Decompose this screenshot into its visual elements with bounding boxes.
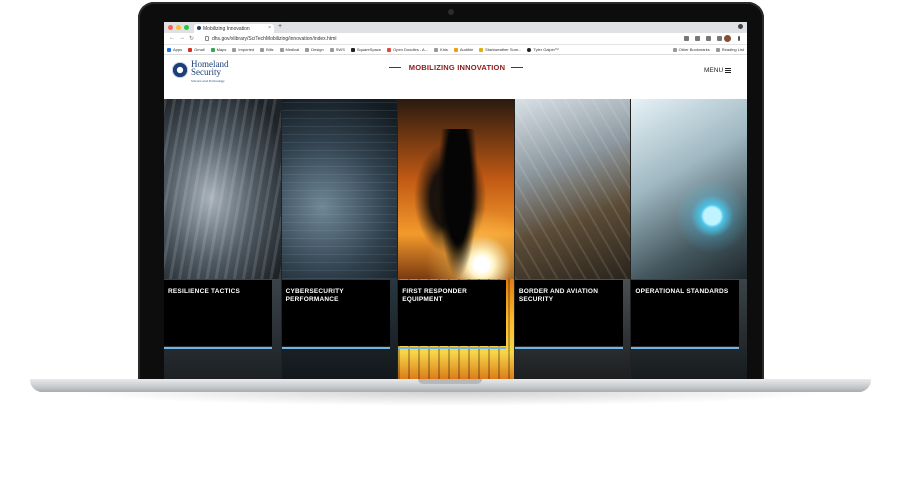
panel-rule [631, 347, 740, 349]
bookmark-item[interactable]: Bills [260, 47, 274, 52]
squarespace-icon [350, 47, 355, 52]
panel-border-aviation-security[interactable]: BORDER AND AVIATION SECURITY [513, 99, 631, 384]
bookmarks-bar: Apps Gmail Maps Imported Bills Medical D… [164, 45, 747, 55]
hamburger-icon [725, 68, 732, 73]
panel-image [164, 99, 281, 279]
browser-menu-icon[interactable] [738, 36, 740, 41]
panel-label: CYBERSECURITY PERFORMANCE [285, 288, 344, 303]
folder-icon [232, 47, 237, 52]
panel-label: BORDER AND AVIATION SECURITY [518, 288, 599, 303]
minimize-window-button[interactable] [176, 25, 181, 30]
new-tab-icon[interactable]: + [278, 23, 282, 30]
panel-image [281, 99, 398, 279]
panel-cybersecurity-performance[interactable]: CYBERSECURITY PERFORMANCE [280, 99, 398, 384]
panel-card: FIRST RESPONDER EQUIPMENT [398, 280, 507, 346]
brand-security: Security [191, 67, 221, 77]
bookmark-icon [479, 47, 484, 52]
other-bookmarks[interactable]: Other Bookmarks [672, 47, 710, 52]
panel-resilience-tactics[interactable]: RESILIENCE TACTICS [164, 99, 281, 384]
address-bar[interactable]: dhs.gov/xlibrary/SciTechMobilizing/innov… [204, 35, 684, 43]
bookmark-item[interactable]: Medical [279, 47, 299, 52]
panel-rule [164, 347, 272, 349]
panel-label: FIRST RESPONDER EQUIPMENT [402, 288, 467, 303]
extensions-puzzle-icon[interactable] [706, 36, 711, 41]
back-arrow-icon[interactable]: ← [169, 35, 175, 41]
laptop-lid: Mobilizing Innovation × + ← → ↻ dhs.gov/… [138, 2, 764, 386]
folder-icon [672, 47, 677, 52]
bookmark-item[interactable]: Tyler Galpin™ [527, 47, 559, 52]
firefighter-silhouette [438, 129, 479, 279]
page-title: MOBILIZING INNOVATION [408, 63, 506, 72]
bookmark-item[interactable]: SWS [329, 47, 345, 52]
window-controls [168, 25, 189, 30]
folder-icon [329, 47, 334, 52]
bookmark-item[interactable]: Apps [167, 47, 182, 52]
folder-icon [279, 47, 284, 52]
extension-icon[interactable] [695, 36, 700, 41]
lock-icon [205, 36, 209, 41]
menu-label: MENU [704, 67, 724, 74]
bookmark-icon [527, 47, 532, 52]
reading-list[interactable]: Reading List [715, 47, 744, 52]
laptop-shadow [70, 392, 830, 406]
close-tab-icon[interactable]: × [268, 25, 271, 31]
browser-tab-bar: Mobilizing Innovation × + [164, 22, 747, 33]
forward-arrow-icon[interactable]: → [179, 35, 185, 41]
close-window-button[interactable] [168, 25, 173, 30]
bookmark-item[interactable]: Gmail [188, 47, 205, 52]
panel-card: BORDER AND AVIATION SECURITY [514, 280, 623, 346]
brand-subtitle: Science and Technology [191, 79, 225, 83]
bookmark-item[interactable]: Open Doodles - A... [387, 47, 428, 52]
tab-title: Mobilizing Innovation [203, 26, 250, 32]
panel-image [514, 99, 631, 279]
laptop-notch [418, 379, 482, 384]
panel-operational-standards[interactable]: OPERATIONAL STANDARDS [630, 99, 747, 384]
bookmark-item[interactable]: Maps [210, 47, 226, 52]
panel-card: OPERATIONAL STANDARDS [631, 280, 740, 346]
title-rule-right [511, 67, 523, 68]
webpage: Homeland Security Science and Technology… [164, 55, 747, 384]
panel-card: RESILIENCE TACTICS [164, 280, 272, 346]
panel-label: RESILIENCE TACTICS [168, 288, 241, 295]
panel-card: CYBERSECURITY PERFORMANCE [281, 280, 390, 346]
reload-icon[interactable]: ↻ [189, 35, 194, 42]
folder-icon [305, 47, 310, 52]
folder-icon [434, 47, 439, 52]
bookmark-item[interactable]: Kids [434, 47, 448, 52]
reading-list-icon [715, 47, 720, 52]
panel-label: OPERATIONAL STANDARDS [635, 288, 729, 295]
topic-panels: RESILIENCE TACTICS CYBERSECURITY PERFORM… [164, 99, 747, 384]
dhs-favicon-icon [197, 26, 201, 30]
bookmark-item[interactable]: Design [305, 47, 324, 52]
laptop-screen: Mobilizing Innovation × + ← → ↻ dhs.gov/… [164, 22, 747, 384]
doodles-icon [387, 47, 392, 52]
address-toolbar: ← → ↻ dhs.gov/xlibrary/SciTechMobilizing… [164, 33, 747, 45]
dhs-seal-logo[interactable] [172, 62, 188, 78]
bookmark-item[interactable]: SquareSpace [350, 47, 381, 52]
url-text: dhs.gov/xlibrary/SciTechMobilizing/innov… [212, 36, 337, 42]
panel-rule [398, 347, 507, 349]
menu-button[interactable]: MENU [704, 67, 732, 74]
camera-icon [448, 9, 454, 15]
gmail-icon [188, 47, 193, 52]
media-icon[interactable] [717, 36, 722, 41]
bookmark-item[interactable]: Audible [453, 47, 473, 52]
apps-grid-icon [167, 47, 171, 52]
bookmark-star-icon[interactable] [684, 36, 689, 41]
panel-image [631, 99, 747, 279]
panel-first-responder-equipment[interactable]: FIRST RESPONDER EQUIPMENT [397, 99, 514, 384]
bookmark-item[interactable]: Imported [232, 47, 254, 52]
audible-icon [453, 47, 458, 52]
laptop-base [30, 379, 871, 392]
maps-icon [210, 47, 215, 52]
tab-mobilizing-innovation[interactable]: Mobilizing Innovation × [194, 24, 274, 33]
panel-rule [281, 347, 390, 349]
panel-rule [514, 347, 623, 349]
site-header: Homeland Security Science and Technology… [164, 55, 747, 99]
tab-search-icon[interactable] [738, 24, 743, 29]
maximize-window-button[interactable] [184, 25, 189, 30]
profile-avatar[interactable] [724, 35, 731, 42]
folder-icon [260, 47, 265, 52]
bookmark-item[interactable]: Starkweather Sum... [479, 47, 521, 52]
